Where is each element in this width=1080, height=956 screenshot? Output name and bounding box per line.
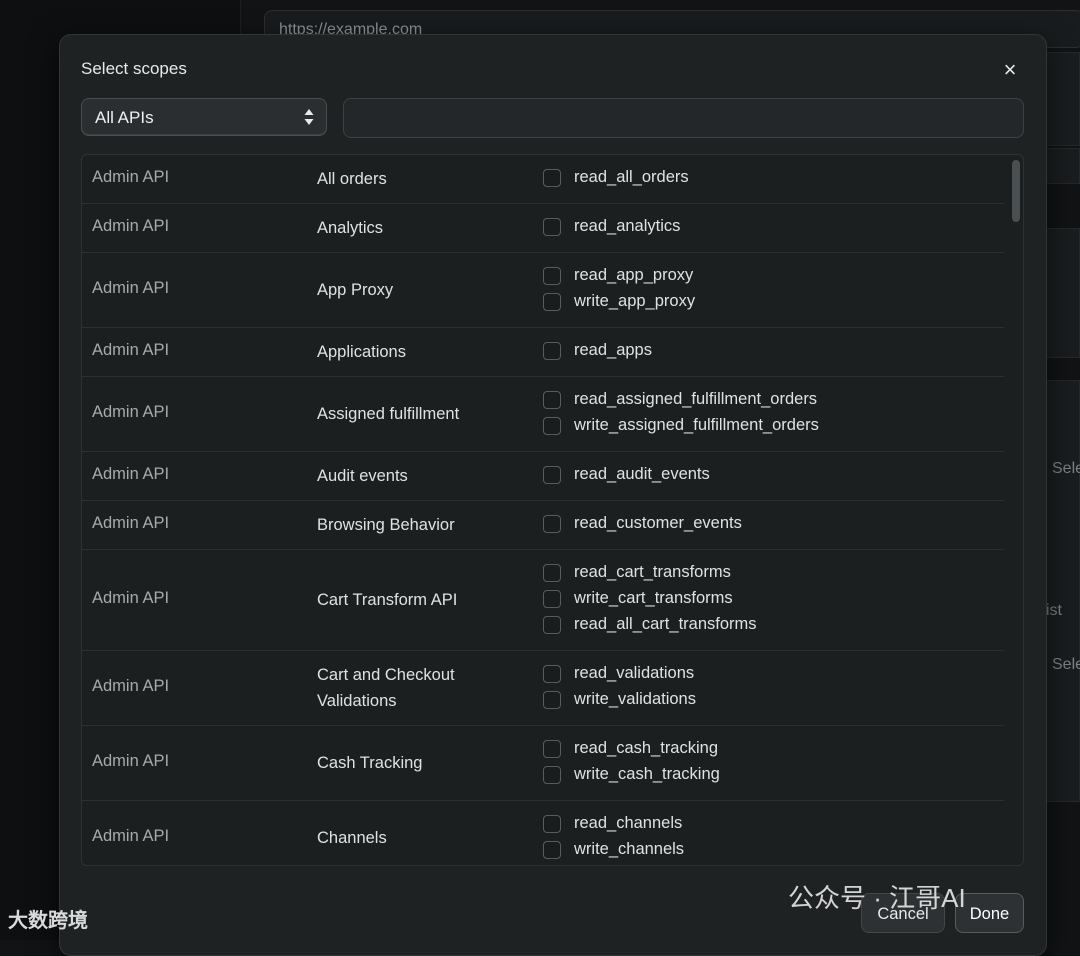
- row-api-label: Admin API: [92, 752, 170, 770]
- scope-label: write_cash_tracking: [574, 765, 720, 783]
- scope-checkbox[interactable]: [543, 267, 561, 285]
- scope-checkbox[interactable]: [543, 515, 561, 533]
- scope-label: write_assigned_fulfillment_orders: [574, 416, 819, 434]
- table-row: Admin API Analytics read_analytics: [82, 204, 1004, 253]
- row-api-label: Admin API: [92, 217, 170, 235]
- row-resource-name: Browsing Behavior: [317, 516, 455, 534]
- scope-label: read_all_orders: [574, 168, 689, 186]
- table-row: Admin API Assigned fulfillment read_assign…: [82, 377, 1004, 452]
- scope-label: write_app_proxy: [574, 292, 696, 310]
- table-scrollbar[interactable]: [1012, 160, 1020, 222]
- scope-checkbox[interactable]: [543, 841, 561, 859]
- scope-checkbox[interactable]: [543, 691, 561, 709]
- table-row: Admin API Applications read_apps: [82, 328, 1004, 377]
- background-select-label: Sele: [1052, 656, 1080, 673]
- scope-label: write_channels: [574, 840, 685, 858]
- scope-label: read_all_cart_transforms: [574, 615, 757, 633]
- scope-label: read_audit_events: [574, 465, 710, 483]
- row-resource-name: Applications: [317, 343, 406, 361]
- select-scopes-modal: Select scopes × All APIs Admin API All or…: [59, 34, 1047, 956]
- table-row: Admin API Browsing Behavior read_customer_…: [82, 501, 1004, 550]
- scope-label: read_validations: [574, 664, 695, 682]
- row-api-label: Admin API: [92, 677, 170, 695]
- scope-label: read_customer_events: [574, 514, 742, 532]
- table-row: Admin API App Proxy read_app_proxy write_ap…: [82, 253, 1004, 328]
- scope-label: write_validations: [574, 690, 696, 708]
- row-api-label: Admin API: [92, 465, 170, 483]
- scope-label: read_cash_tracking: [574, 739, 719, 757]
- row-api-label: Admin API: [92, 341, 170, 359]
- scope-label: read_apps: [574, 341, 652, 359]
- scope-label: read_analytics: [574, 217, 681, 235]
- row-resource-name: Channels: [317, 829, 387, 847]
- scope-label: read_cart_transforms: [574, 563, 731, 581]
- row-api-label: Admin API: [92, 589, 170, 607]
- scope-checkbox[interactable]: [543, 564, 561, 582]
- select-arrows-icon: [304, 109, 314, 125]
- background-list-label: ist: [1046, 602, 1062, 619]
- table-row: Admin API Audit events read_audit_events: [82, 452, 1004, 501]
- row-api-label: Admin API: [92, 168, 170, 186]
- row-resource-name: Assigned fulfillment: [317, 405, 460, 423]
- row-resource-name: All orders: [317, 170, 387, 188]
- row-resource-name: App Proxy: [317, 281, 394, 299]
- scope-checkbox[interactable]: [543, 169, 561, 187]
- scope-checkbox[interactable]: [543, 590, 561, 608]
- table-row: Admin API Cart and Checkout Validations re…: [82, 651, 1004, 726]
- scope-search-input[interactable]: [343, 98, 1024, 138]
- scope-checkbox[interactable]: [543, 466, 561, 484]
- scope-checkbox[interactable]: [543, 293, 561, 311]
- scope-checkbox[interactable]: [543, 391, 561, 409]
- scope-checkbox[interactable]: [543, 665, 561, 683]
- close-icon: ×: [1003, 57, 1017, 82]
- scope-checkbox[interactable]: [543, 815, 561, 833]
- row-api-label: Admin API: [92, 514, 170, 532]
- row-resource-name: Cart Transform API: [317, 591, 458, 609]
- scope-checkbox[interactable]: [543, 616, 561, 634]
- watermark-left: 大数跨境: [8, 910, 88, 932]
- scope-checkbox[interactable]: [543, 342, 561, 360]
- table-row: Admin API Cash Tracking read_cash_tracking…: [82, 726, 1004, 801]
- scope-label: read_app_proxy: [574, 266, 694, 284]
- table-row: Admin API Channels read_channels write_chan…: [82, 801, 1004, 865]
- api-filter-value: All APIs: [95, 108, 154, 127]
- scope-checkbox[interactable]: [543, 417, 561, 435]
- row-api-label: Admin API: [92, 279, 170, 297]
- api-filter-select[interactable]: All APIs: [81, 98, 327, 136]
- row-resource-name: Audit events: [317, 467, 408, 485]
- close-button[interactable]: ×: [996, 57, 1024, 85]
- table-row: Admin API Cart Transform API read_cart_tra…: [82, 550, 1004, 651]
- row-api-label: Admin API: [92, 403, 170, 421]
- scopes-table: Admin API All orders read_all_orders Admin …: [81, 154, 1024, 866]
- row-resource-name: Analytics: [317, 219, 384, 237]
- scope-label: write_cart_transforms: [574, 589, 733, 607]
- scope-checkbox[interactable]: [543, 218, 561, 236]
- row-api-label: Admin API: [92, 827, 170, 845]
- row-resource-name: Cart and Checkout Validations: [317, 666, 455, 710]
- scope-checkbox[interactable]: [543, 740, 561, 758]
- watermark-right: 公众号 · 江哥AI: [788, 883, 966, 913]
- row-resource-name: Cash Tracking: [317, 754, 423, 772]
- scope-checkbox[interactable]: [543, 766, 561, 784]
- modal-title: Select scopes: [81, 59, 187, 78]
- table-row: Admin API All orders read_all_orders: [82, 155, 1004, 204]
- background-select-label: Sele: [1052, 460, 1080, 477]
- scope-label: read_assigned_fulfillment_orders: [574, 390, 818, 408]
- scope-label: read_channels: [574, 814, 683, 832]
